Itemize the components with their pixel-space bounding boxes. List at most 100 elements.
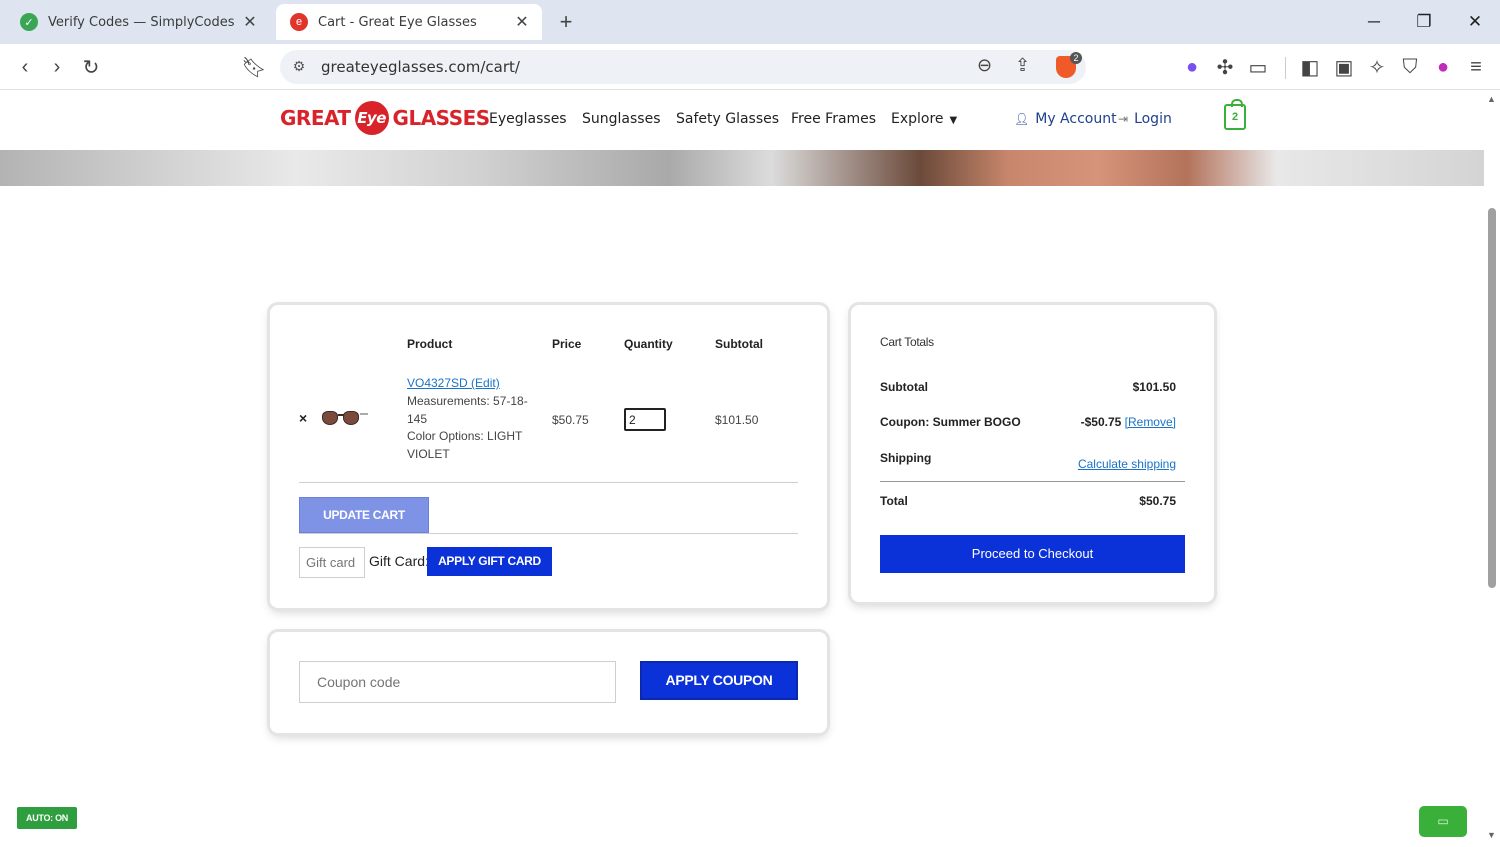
lens-right xyxy=(343,411,359,425)
brave-shields-badge: 2 xyxy=(1070,52,1082,64)
product-name-link[interactable]: VO4327SD (Edit) xyxy=(407,376,500,390)
product-measurements: Measurements: 57-18-145 xyxy=(407,394,528,426)
total-label: Total xyxy=(880,494,908,508)
nav-explore-label: Explore xyxy=(891,111,944,127)
header-subtotal: Subtotal xyxy=(715,337,763,351)
site-logo[interactable]: GREAT Eye GLASSES xyxy=(280,100,490,136)
lens-left xyxy=(322,411,338,425)
tab-close-icon[interactable]: ✕ xyxy=(512,12,532,32)
simplycodes-favicon-icon: ✓ xyxy=(20,13,38,31)
remove-item-icon[interactable]: × xyxy=(299,410,307,426)
scroll-thumb[interactable] xyxy=(1488,208,1496,588)
user-icon: 👤︎ xyxy=(1014,112,1030,126)
nav-explore[interactable]: Explore ▼ xyxy=(891,111,957,127)
coupon-value: -$50.75 xyxy=(1080,415,1122,429)
profile-avatar-icon[interactable]: ● xyxy=(1430,54,1456,80)
product-color-options: Color Options: LIGHT VIOLET xyxy=(407,429,523,461)
minimize-icon[interactable]: ─ xyxy=(1359,8,1389,36)
leo-ai-icon[interactable]: ✧ xyxy=(1364,54,1390,80)
browser-tab-bar: ✓ Verify Codes — SimplyCodes ✕ e Cart - … xyxy=(0,0,1500,44)
share-icon[interactable]: ⇪ xyxy=(1015,55,1030,76)
nav-free-frames[interactable]: Free Frames xyxy=(791,111,876,127)
great-eye-glasses-favicon-icon: e xyxy=(290,13,308,31)
my-account-label: My Account xyxy=(1035,111,1117,127)
caret-down-icon: ▼ xyxy=(949,115,958,126)
coupon-panel: APPLY COUPON xyxy=(270,632,827,733)
vpn-shield-icon[interactable]: ⛉ xyxy=(1397,54,1423,80)
divider xyxy=(299,533,798,534)
address-bar[interactable]: ⚙ greateyeglasses.com/cart/ ⊖ ⇪ 2 xyxy=(280,50,1086,84)
login-label: Login xyxy=(1134,111,1172,127)
site-header: GREAT Eye GLASSES Eyeglasses Sunglasses … xyxy=(0,90,1484,150)
logo-text-left: GREAT xyxy=(280,106,351,130)
cart-items-panel: Product Price Quantity Subtotal × VO4327… xyxy=(270,305,827,608)
login-link[interactable]: ⇥ Login xyxy=(1118,111,1172,127)
cart-totals-panel: Cart Totals Subtotal $101.50 Coupon: Sum… xyxy=(851,305,1214,602)
nav-eyeglasses[interactable]: Eyeglasses xyxy=(489,111,567,127)
close-window-icon[interactable]: ✕ xyxy=(1460,8,1490,36)
product-thumbnail[interactable] xyxy=(322,409,368,429)
menu-hamburger-icon[interactable]: ≡ xyxy=(1463,54,1489,80)
chat-widget-icon[interactable]: ▭ xyxy=(1419,806,1467,837)
extensions-puzzle-icon[interactable]: ✣ xyxy=(1212,54,1238,80)
remove-coupon-link[interactable]: [Remove] xyxy=(1125,415,1176,429)
scroll-up-arrow-icon[interactable]: ▲ xyxy=(1487,94,1496,104)
divider xyxy=(299,482,798,483)
back-arrow-icon[interactable]: ‹ xyxy=(12,54,38,80)
header-product: Product xyxy=(407,337,453,351)
browser-toolbar: ‹ › ↻ 🔖︎ ⚙ greateyeglasses.com/cart/ ⊖ ⇪… xyxy=(0,44,1500,90)
item-price: $50.75 xyxy=(552,413,589,427)
sidebar-toggle-icon[interactable]: ◧ xyxy=(1297,54,1323,80)
proceed-to-checkout-button[interactable]: Proceed to Checkout xyxy=(880,535,1185,573)
tab-close-icon[interactable]: ✕ xyxy=(240,12,260,32)
wallet-icon[interactable]: ▣ xyxy=(1331,54,1357,80)
extension-purple-icon[interactable]: ● xyxy=(1179,54,1205,80)
subtotal-label: Subtotal xyxy=(880,380,928,394)
subtotal-value: $101.50 xyxy=(1132,380,1176,394)
tab-great-eye-glasses[interactable]: e Cart - Great Eye Glasses ✕ xyxy=(276,4,542,40)
my-account-link[interactable]: 👤︎ My Account xyxy=(1014,111,1117,127)
reload-icon[interactable]: ↻ xyxy=(78,54,104,80)
toolbar-separator xyxy=(1285,57,1286,79)
header-quantity: Quantity xyxy=(624,337,673,351)
forward-arrow-icon[interactable]: › xyxy=(44,54,70,80)
quantity-input[interactable] xyxy=(624,408,666,431)
logo-text-right: GLASSES xyxy=(392,106,491,130)
total-value: $50.75 xyxy=(1139,494,1176,508)
tab-title: Verify Codes — SimplyCodes xyxy=(48,14,235,30)
auto-on-badge[interactable]: AUTO: ON xyxy=(17,807,77,829)
gift-card-input[interactable] xyxy=(299,547,365,578)
temple-arm xyxy=(360,413,368,415)
login-arrow-icon: ⇥ xyxy=(1118,112,1129,126)
gift-card-label: Gift Card: xyxy=(369,553,429,569)
shipping-value: Calculate shipping xyxy=(1078,457,1176,471)
cart-bag-icon[interactable]: 2 xyxy=(1224,99,1246,130)
hero-banner-image xyxy=(0,150,1484,186)
logo-eye-icon: Eye xyxy=(354,101,389,135)
item-subtotal: $101.50 xyxy=(715,413,759,427)
nav-sunglasses[interactable]: Sunglasses xyxy=(582,111,660,127)
update-cart-button[interactable]: UPDATE CART xyxy=(299,497,429,533)
apply-gift-card-button[interactable]: APPLY GIFT CARD xyxy=(427,547,552,576)
new-tab-button[interactable]: + xyxy=(554,10,578,34)
url-text[interactable]: greateyeglasses.com/cart/ xyxy=(321,58,520,76)
nav-safety-glasses[interactable]: Safety Glasses xyxy=(676,111,779,127)
shipping-label: Shipping xyxy=(880,451,932,465)
bookmark-icon[interactable]: 🔖︎ xyxy=(241,54,267,80)
reader-mode-icon[interactable]: ▭ xyxy=(1245,54,1271,80)
calculate-shipping-link[interactable]: Calculate shipping xyxy=(1078,457,1176,471)
divider xyxy=(880,481,1185,482)
coupon-label: Coupon: Summer BOGO xyxy=(880,415,1021,429)
page-scrollbar[interactable]: ▲ ▼ xyxy=(1484,90,1500,847)
tab-title: Cart - Great Eye Glasses xyxy=(318,14,477,30)
cart-totals-title: Cart Totals xyxy=(880,335,934,349)
header-price: Price xyxy=(552,337,582,351)
scroll-down-arrow-icon[interactable]: ▼ xyxy=(1487,830,1496,840)
site-settings-icon[interactable]: ⚙ xyxy=(290,58,308,76)
coupon-code-input[interactable] xyxy=(299,661,616,703)
zoom-out-icon[interactable]: ⊖ xyxy=(977,55,992,76)
tab-simplycodes[interactable]: ✓ Verify Codes — SimplyCodes ✕ xyxy=(6,4,270,40)
apply-coupon-button[interactable]: APPLY COUPON xyxy=(640,661,798,700)
coupon-discount: -$50.75 [Remove] xyxy=(1081,415,1176,429)
restore-window-icon[interactable]: ❐ xyxy=(1409,8,1439,36)
